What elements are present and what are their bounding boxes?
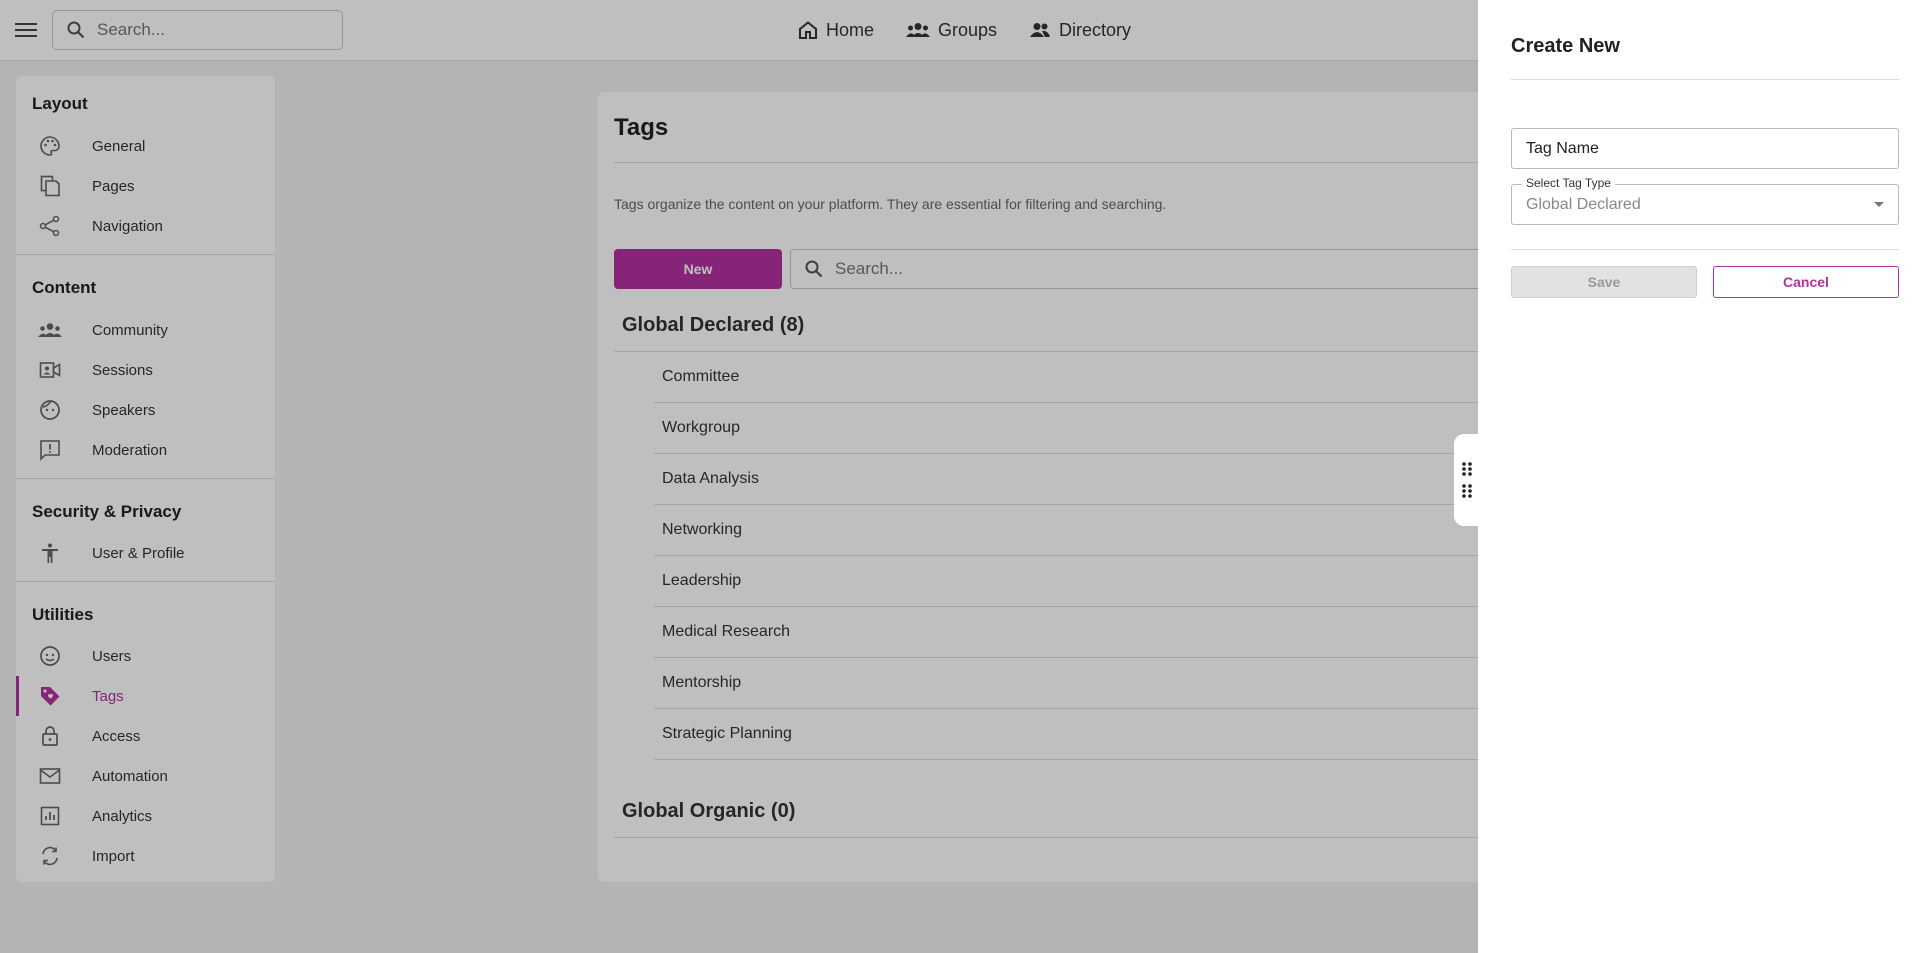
- drag-grip-icon: [1462, 462, 1472, 476]
- tag-type-value: Global Declared: [1526, 195, 1641, 213]
- tag-type-label: Select Tag Type: [1522, 176, 1615, 190]
- create-tag-drawer: Create New Select Tag Type Global Declar…: [1478, 0, 1920, 953]
- tag-name-input[interactable]: [1526, 139, 1866, 158]
- chevron-down-icon: [1874, 202, 1884, 207]
- tag-type-select[interactable]: Select Tag Type Global Declared: [1511, 176, 1899, 225]
- drawer-drag-handle[interactable]: [1454, 434, 1480, 526]
- tag-name-field[interactable]: [1511, 128, 1899, 169]
- drawer-divider: [1511, 249, 1899, 250]
- drawer-title: Create New: [1511, 35, 1620, 57]
- drawer-divider: [1511, 79, 1899, 80]
- cancel-button[interactable]: Cancel: [1713, 266, 1899, 298]
- save-button[interactable]: Save: [1511, 266, 1697, 298]
- drag-grip-icon: [1462, 484, 1472, 498]
